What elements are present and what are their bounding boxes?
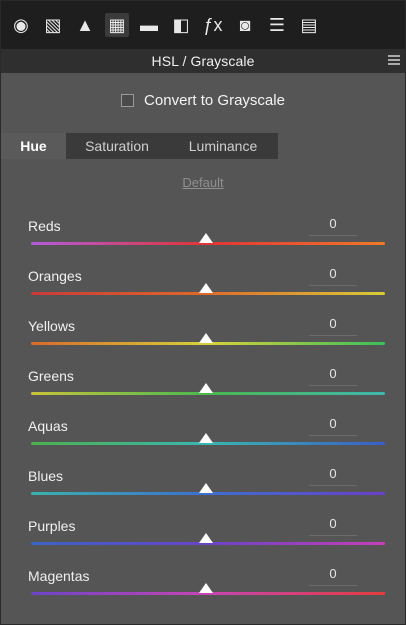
slider-label: Blues <box>28 468 64 484</box>
presets-icon[interactable]: ☰ <box>265 13 289 37</box>
slider-value-input[interactable]: 0 <box>309 466 357 486</box>
slider-row-yellows: Yellows 0 <box>1 316 405 368</box>
tab-hue[interactable]: Hue <box>1 133 66 159</box>
split-toning-icon[interactable]: ▬ <box>137 13 161 37</box>
slider-value-input[interactable]: 0 <box>309 216 357 236</box>
slider-value-input[interactable]: 0 <box>309 566 357 586</box>
tab-luminance[interactable]: Luminance <box>168 133 278 159</box>
convert-to-grayscale-label: Convert to Grayscale <box>144 91 285 109</box>
effects-icon[interactable]: ƒx <box>201 13 225 37</box>
slider-label: Reds <box>28 218 61 234</box>
slider-row-greens: Greens 0 <box>1 366 405 418</box>
slider-row-magentas: Magentas 0 <box>1 566 405 618</box>
hsl-grayscale-panel: ◉ ▧ ▲ ▦ ▬ ◧ ƒx ◙ ☰ ▤ HSL / Grayscale Con… <box>0 0 406 625</box>
panel-title-bar: HSL / Grayscale <box>1 49 405 73</box>
panel-title: HSL / Grayscale <box>151 53 255 69</box>
tone-curve-icon[interactable]: ▧ <box>41 13 65 37</box>
slider-label: Greens <box>28 368 74 384</box>
slider-thumb[interactable] <box>199 233 213 243</box>
slider-row-reds: Reds 0 <box>1 216 405 268</box>
tab-saturation[interactable]: Saturation <box>66 133 168 159</box>
snapshots-icon[interactable]: ▤ <box>297 13 321 37</box>
slider-label: Oranges <box>28 268 82 284</box>
convert-to-grayscale-control[interactable]: Convert to Grayscale <box>1 85 405 115</box>
slider-row-purples: Purples 0 <box>1 516 405 568</box>
slider-thumb[interactable] <box>199 583 213 593</box>
slider-label: Magentas <box>28 568 90 584</box>
panel-toolbar: ◉ ▧ ▲ ▦ ▬ ◧ ƒx ◙ ☰ ▤ <box>1 1 405 49</box>
detail-icon[interactable]: ▲ <box>73 13 97 37</box>
slider-label: Purples <box>28 518 76 534</box>
convert-to-grayscale-checkbox[interactable] <box>121 93 135 107</box>
slider-row-blues: Blues 0 <box>1 466 405 518</box>
slider-value-input[interactable]: 0 <box>309 516 357 536</box>
lens-corrections-icon[interactable]: ◧ <box>169 13 193 37</box>
slider-label: Yellows <box>28 318 75 334</box>
default-link[interactable]: Default <box>1 175 405 190</box>
slider-thumb[interactable] <box>199 533 213 543</box>
hsl-icon[interactable]: ▦ <box>105 13 129 37</box>
slider-row-oranges: Oranges 0 <box>1 266 405 318</box>
slider-thumb[interactable] <box>199 283 213 293</box>
slider-label: Aquas <box>28 418 68 434</box>
slider-thumb[interactable] <box>199 383 213 393</box>
slider-thumb[interactable] <box>199 433 213 443</box>
slider-thumb[interactable] <box>199 483 213 493</box>
slider-thumb[interactable] <box>199 333 213 343</box>
panel-menu-icon[interactable] <box>388 55 400 65</box>
slider-value-input[interactable]: 0 <box>309 366 357 386</box>
slider-value-input[interactable]: 0 <box>309 416 357 436</box>
basic-panel-icon[interactable]: ◉ <box>9 13 33 37</box>
slider-row-aquas: Aquas 0 <box>1 416 405 468</box>
slider-value-input[interactable]: 0 <box>309 316 357 336</box>
hsl-tabs: Hue Saturation Luminance <box>1 133 405 159</box>
slider-value-input[interactable]: 0 <box>309 266 357 286</box>
camera-calibration-icon[interactable]: ◙ <box>233 13 257 37</box>
